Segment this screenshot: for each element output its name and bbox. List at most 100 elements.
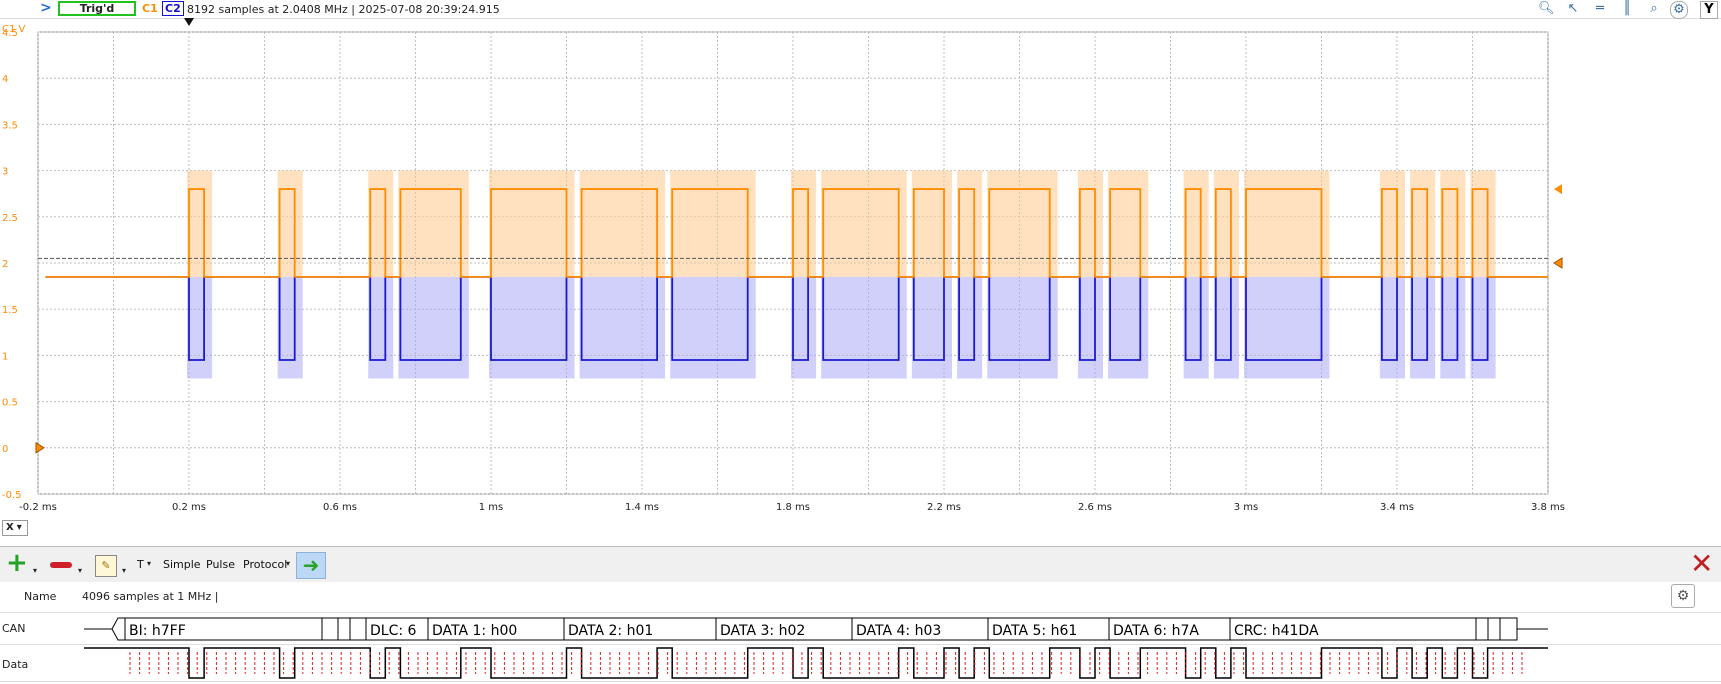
ch2-envelope	[277, 276, 303, 379]
ch1-envelope	[368, 170, 394, 277]
x-tick-label: 1.8 ms	[776, 502, 810, 513]
can-lane: BI: h7FF DLC: 6 DATA 1: h00 DATA 2: h01 DATA…	[84, 617, 1548, 641]
x-tick-label: 3.8 ms	[1531, 502, 1565, 513]
protocol-trigger-button[interactable]: Protocol	[243, 558, 287, 571]
arrow-right-icon[interactable]: ➜	[296, 552, 326, 579]
ch1-envelope	[398, 170, 469, 277]
ch2-envelope	[1183, 276, 1209, 379]
x-tick-label: 3 ms	[1234, 502, 1259, 513]
trigger-level-marker	[1553, 257, 1563, 269]
y-tick-label: -0.5	[2, 490, 22, 501]
ch1-envelope	[821, 170, 907, 277]
ch1-envelope	[670, 170, 756, 277]
chevron-down-icon[interactable]: ▾	[33, 566, 37, 575]
ch2-envelope	[1244, 276, 1330, 379]
decoder-lanes[interactable]: BI: h7FF DLC: 6 DATA 1: h00 DATA 2: h01 DATA…	[0, 582, 1721, 684]
chevron-down-icon[interactable]: ▾	[286, 559, 290, 568]
channel-2-toggle[interactable]: C2	[162, 1, 184, 16]
decoder-panel: Name 4096 samples at 1 MHz | ⚙ CAN Data …	[0, 582, 1721, 684]
ch2-envelope	[1213, 276, 1239, 379]
ch2-envelope	[187, 276, 213, 379]
ch2-envelope	[957, 276, 983, 379]
trigger-status-badge[interactable]: Trig'd	[58, 1, 136, 16]
capture-header: > Trig'd C1 C2 8192 samples at 2.0408 MH…	[0, 0, 1721, 19]
ch1-envelope	[957, 170, 983, 277]
ch1-envelope	[1410, 170, 1436, 277]
y-axis-ticks: 4.543.532.521.510.50-0.5C1 V	[2, 24, 26, 501]
pencil-icon[interactable]: ✎	[95, 555, 117, 577]
pulse-trigger-button[interactable]: Pulse	[206, 558, 235, 571]
plus-icon[interactable]: +	[6, 550, 28, 576]
can-field-label: CRC: h41DA	[1234, 623, 1319, 639]
x-tick-label: 2.6 ms	[1078, 502, 1112, 513]
y-tick-label: 2	[2, 259, 8, 270]
zoom-icon[interactable]: 🔍︎	[1538, 1, 1555, 17]
can-sof	[111, 617, 126, 641]
ch2-envelope	[489, 276, 575, 379]
y-tick-label: 3.5	[2, 120, 18, 131]
cursor-icon[interactable]: ↖	[1565, 1, 1581, 17]
y-axis-button[interactable]: Y	[1700, 1, 1718, 19]
y-tick-label: 0	[2, 444, 8, 455]
t-menu[interactable]: T	[137, 558, 144, 571]
y-tick-label: 1	[2, 351, 8, 362]
chevron-down-icon[interactable]: ▾	[122, 566, 126, 575]
chevron-down-icon[interactable]: ▾	[78, 566, 82, 575]
ch1-envelope	[1108, 170, 1149, 277]
ch2-envelope	[1440, 276, 1466, 379]
ch1-envelope	[1470, 170, 1496, 277]
chevron-down-icon[interactable]: ▾	[147, 559, 151, 568]
can-field-label: DATA 3: h02	[720, 623, 805, 639]
data-bit-waveform	[84, 647, 1548, 679]
x-tick-label: 1.4 ms	[625, 502, 659, 513]
oscilloscope-plot[interactable]: 4.543.532.521.510.50-0.5C1 V -0.2 ms 0.2 …	[0, 18, 1721, 538]
y-tick-label: 3	[2, 167, 8, 178]
can-field	[1487, 617, 1501, 641]
capture-info: 8192 samples at 2.0408 MHz | 2025-07-08 …	[187, 3, 500, 16]
ch1-envelope	[1183, 170, 1209, 277]
ch2-envelope	[1410, 276, 1436, 379]
ch1-envelope	[911, 170, 952, 277]
signal-envelopes	[187, 170, 1496, 379]
simple-trigger-button[interactable]: Simple	[163, 558, 201, 571]
can-field	[349, 617, 367, 641]
ch1-envelope	[1077, 170, 1103, 277]
x-axis-ticks: -0.2 ms 0.2 ms 0.6 ms 1 ms 1.4 ms 1.8 ms 2.2 m…	[19, 502, 1565, 513]
ch2-envelope	[398, 276, 469, 379]
ch1-envelope	[1440, 170, 1466, 277]
y-tick-label: 1.5	[2, 305, 18, 316]
trigger-marker	[184, 18, 194, 26]
y-unit-label: C1 V	[2, 24, 26, 35]
ch1-envelope	[489, 170, 575, 277]
expand-icon[interactable]: >	[40, 0, 52, 16]
ch2-envelope	[791, 276, 817, 379]
x-axis-button[interactable]: X ▾	[2, 520, 28, 536]
ch1-level-marker	[1554, 184, 1562, 195]
x-tick-label: -0.2 ms	[19, 502, 57, 513]
ch1-envelope	[1379, 170, 1405, 277]
can-field-label: DATA 2: h01	[568, 623, 653, 639]
channel-1-toggle[interactable]: C1	[142, 2, 158, 15]
ch1-envelope	[1244, 170, 1330, 277]
ch2-envelope	[987, 276, 1058, 379]
settings-icon[interactable]: ⚙	[1670, 1, 1688, 19]
y-tick-label: 0.5	[2, 398, 18, 409]
can-field-label: DATA 6: h7A	[1113, 623, 1199, 639]
ch2-envelope	[911, 276, 952, 379]
can-field-label: BI: h7FF	[129, 623, 186, 639]
ch2-envelope	[579, 276, 666, 379]
ch2-envelope	[821, 276, 907, 379]
data-lane	[84, 647, 1548, 679]
can-field-label: DATA 4: h03	[856, 623, 941, 639]
ch1-envelope	[277, 170, 303, 277]
x-tick-label: 0.6 ms	[323, 502, 357, 513]
ch2-envelope	[1470, 276, 1496, 379]
close-icon[interactable]: ✕	[1690, 549, 1713, 579]
cursor-horizontal-icon[interactable]: ═	[1592, 1, 1608, 17]
x-tick-label: 2.2 ms	[927, 502, 961, 513]
cursor-vertical-icon[interactable]: ║	[1619, 1, 1635, 17]
search-icon[interactable]: ⌕	[1646, 1, 1662, 17]
protocol-toolbar: + ▾ ▾ ✎ ▾ T ▾ Simple Pulse Protocol ▾ ➜ …	[0, 546, 1721, 583]
minus-icon[interactable]	[50, 562, 72, 568]
ch1-envelope	[187, 170, 213, 277]
